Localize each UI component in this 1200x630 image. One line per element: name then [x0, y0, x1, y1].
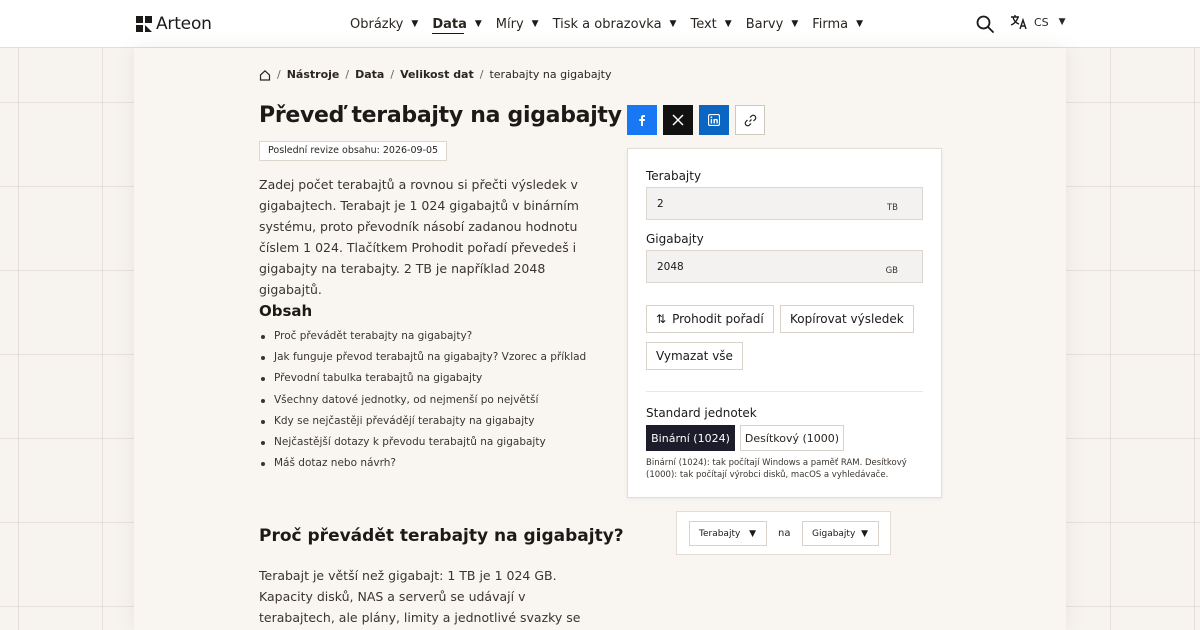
breadcrumb-current: terabajty na gigabajty — [489, 68, 612, 81]
breadcrumb: / Nástroje / Data / Velikost dat / terab… — [259, 68, 611, 81]
page-title: Převeď terabajty na gigabajty — [259, 103, 622, 128]
nav-item-tisk[interactable]: Tisk a obrazovka ▼ — [553, 0, 677, 48]
standard-note: Binární (1024): tak počítají Windows a p… — [646, 458, 907, 480]
brand-name: Arteon — [156, 14, 212, 34]
home-icon[interactable] — [259, 69, 271, 81]
nav-item-text[interactable]: Text ▼ — [690, 0, 731, 48]
toc-item[interactable]: Jak funguje převod terabajtů na gigabajt… — [259, 349, 586, 370]
copy-label: Kopírovat výsledek — [790, 312, 904, 326]
linkedin-icon — [708, 114, 720, 126]
revision-badge: Poslední revize obsahu: 2026-09-05 — [259, 141, 448, 161]
translate-icon — [1010, 15, 1027, 30]
toc-item[interactable]: Převodní tabulka terabajtů na gigabajty — [259, 370, 586, 391]
decimal-standard-option[interactable]: Desítkový (1000) — [740, 425, 844, 451]
nav-label: Míry — [495, 16, 524, 32]
nav-label: Barvy — [745, 16, 784, 32]
main-nav: Obrázky ▼ Data ▼ Míry ▼ Tisk a obrazovka… — [350, 0, 877, 48]
nav-label: Data — [432, 16, 467, 32]
toc-item[interactable]: Nejčastější dotazy k převodu terabajtů n… — [259, 434, 586, 455]
breadcrumb-item-velikost-dat[interactable]: Velikost dat — [400, 68, 474, 81]
linkedin-share-button[interactable] — [699, 105, 729, 135]
breadcrumb-item-nastroje[interactable]: Nástroje — [287, 68, 340, 81]
unit-label-gb: GB — [885, 266, 898, 276]
chevron-down-icon: ▼ — [749, 528, 756, 539]
brand-logo[interactable]: Arteon — [136, 14, 212, 34]
nav-item-firma[interactable]: Firma ▼ — [812, 0, 863, 48]
brand-mark-icon — [136, 16, 152, 32]
unit-selector: Terabajty ▼ na Gigabajty ▼ — [676, 511, 891, 555]
toc-item[interactable]: Máš dotaz nebo návrh? — [259, 455, 586, 476]
unit-label-tb: TB — [886, 203, 898, 213]
chevron-down-icon: ▼ — [531, 19, 539, 29]
facebook-icon — [639, 115, 645, 126]
toc-item[interactable]: Všechny datové jednotky, od nejmenší po … — [259, 392, 586, 413]
breadcrumb-item-data[interactable]: Data — [355, 68, 384, 81]
from-unit-select[interactable]: Terabajty ▼ — [689, 521, 767, 546]
search-icon[interactable] — [975, 14, 995, 34]
breadcrumb-separator: / — [479, 68, 484, 81]
nav-item-barvy[interactable]: Barvy ▼ — [746, 0, 799, 48]
chevron-down-icon: ▼ — [669, 19, 677, 29]
toc-title: Obsah — [259, 302, 313, 320]
from-field-label: Terabajty — [646, 169, 702, 183]
nav-item-obrazky[interactable]: Obrázky ▼ — [350, 0, 418, 48]
from-unit-value: Terabajty — [699, 528, 741, 539]
chevron-down-icon: ▼ — [791, 19, 799, 29]
converter-panel: Terabajty TB Gigabajty GB ⇅ Prohodit poř… — [627, 148, 942, 498]
nav-label: Tisk a obrazovka — [552, 16, 662, 32]
facebook-share-button[interactable] — [627, 105, 657, 135]
top-navigation-bar: Arteon Obrázky ▼ Data ▼ Míry ▼ Tisk a ob… — [0, 0, 1200, 48]
breadcrumb-separator: / — [345, 68, 350, 81]
chevron-down-icon: ▼ — [474, 19, 482, 29]
nav-label: Firma — [812, 16, 849, 32]
language-switcher[interactable]: CS ▼ — [1010, 14, 1066, 30]
to-unit-select[interactable]: Gigabajty ▼ — [802, 521, 879, 546]
gigabytes-input[interactable] — [647, 251, 867, 282]
nav-label: Obrázky — [350, 16, 404, 32]
to-field-label: Gigabajty — [646, 232, 704, 246]
toc-item[interactable]: Proč převádět terabajty na gigabajty? — [259, 328, 586, 349]
copy-result-button[interactable]: Kopírovat výsledek — [780, 305, 914, 333]
breadcrumb-separator: / — [277, 68, 281, 81]
chevron-down-icon: ▼ — [411, 19, 419, 29]
chevron-down-icon: ▼ — [724, 19, 732, 29]
to-unit-value: Gigabajty — [812, 528, 856, 539]
section-paragraph: Terabajt je větší než gigabajt: 1 TB je … — [259, 568, 581, 625]
terabytes-input[interactable] — [647, 188, 867, 219]
table-of-contents: Proč převádět terabajty na gigabajty? Ja… — [259, 328, 586, 476]
language-code: CS — [1034, 15, 1049, 29]
clear-label: Vymazat vše — [656, 349, 733, 363]
section-heading: Proč převádět terabajty na gigabajty? — [259, 526, 624, 546]
swap-label: Prohodit pořadí — [672, 312, 764, 326]
swap-order-button[interactable]: ⇅ Prohodit pořadí — [646, 305, 774, 333]
chevron-down-icon: ▼ — [861, 528, 868, 539]
intro-paragraph: Zadej počet terabajtů a rovnou si přečti… — [259, 177, 579, 297]
link-icon — [744, 114, 756, 126]
chevron-down-icon: ▼ — [1058, 17, 1066, 27]
clear-all-button[interactable]: Vymazat vše — [646, 342, 743, 370]
unit-standard-label: Standard jednotek — [646, 406, 757, 420]
copy-link-button[interactable] — [735, 105, 765, 135]
terabytes-field: TB — [646, 187, 923, 220]
gigabytes-field: GB — [646, 250, 923, 283]
breadcrumb-separator: / — [390, 68, 395, 81]
x-share-button[interactable] — [663, 105, 693, 135]
panel-divider — [646, 391, 923, 392]
nav-item-miry[interactable]: Míry ▼ — [496, 0, 539, 48]
swap-icon: ⇅ — [656, 312, 667, 326]
binary-standard-option[interactable]: Binární (1024) — [646, 425, 735, 451]
toc-item[interactable]: Kdy se nejčastěji převádějí terabajty na… — [259, 413, 586, 434]
nav-item-data[interactable]: Data ▼ — [432, 0, 482, 48]
x-icon — [672, 114, 684, 126]
chevron-down-icon: ▼ — [856, 19, 864, 29]
nav-label: Text — [690, 16, 717, 32]
connector-label: na — [778, 528, 791, 539]
share-buttons — [627, 105, 765, 135]
